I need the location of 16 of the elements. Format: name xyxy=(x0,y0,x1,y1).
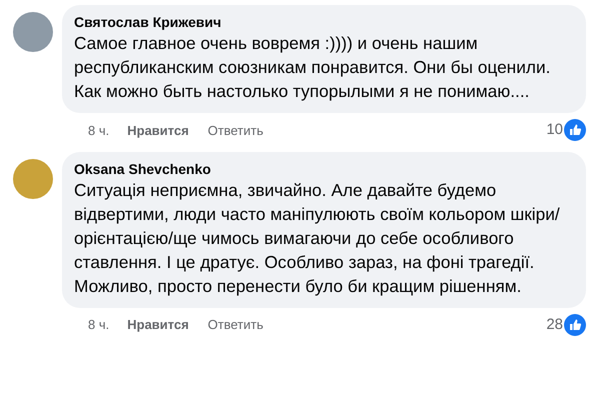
comment-text: Ситуація неприємна, звичайно. Але давайте будемо відвертими, люди часто маніпулюють своїм кольором шкіри/орієнтацією/ще чимось вимагаючи до себе особливого ставлення. І це дратує. Особливо зараз, на фоні трагедії. Можливо, просто перенести було би кращим рішенням. xyxy=(74,178,561,298)
like-icon[interactable] xyxy=(564,119,586,142)
avatar-placeholder[interactable] xyxy=(13,158,53,198)
author-name[interactable]: Oksana Shevchenko xyxy=(74,160,574,178)
like-link[interactable]: Нравится xyxy=(127,120,189,140)
reply-link[interactable]: Ответить xyxy=(208,120,264,140)
reaction-count: 10 xyxy=(546,120,563,140)
avatar-placeholder[interactable] xyxy=(13,12,53,52)
reaction-count: 28 xyxy=(546,314,563,334)
like-icon[interactable] xyxy=(564,314,586,336)
author-name[interactable]: Святослав Крижевич xyxy=(74,13,574,31)
comment-time[interactable]: 8 ч. xyxy=(88,315,110,334)
comment-text: Самое главное очень вовремя :)))) и очень нашим республиканским союзникам понравится. Они бы оценили. Как можно быть настолько тупорылыми я не понимаю.... xyxy=(74,32,552,103)
like-link[interactable]: Нравится xyxy=(127,315,189,334)
reply-link[interactable]: Ответить xyxy=(208,315,264,334)
comment-time[interactable]: 8 ч. xyxy=(88,120,110,140)
